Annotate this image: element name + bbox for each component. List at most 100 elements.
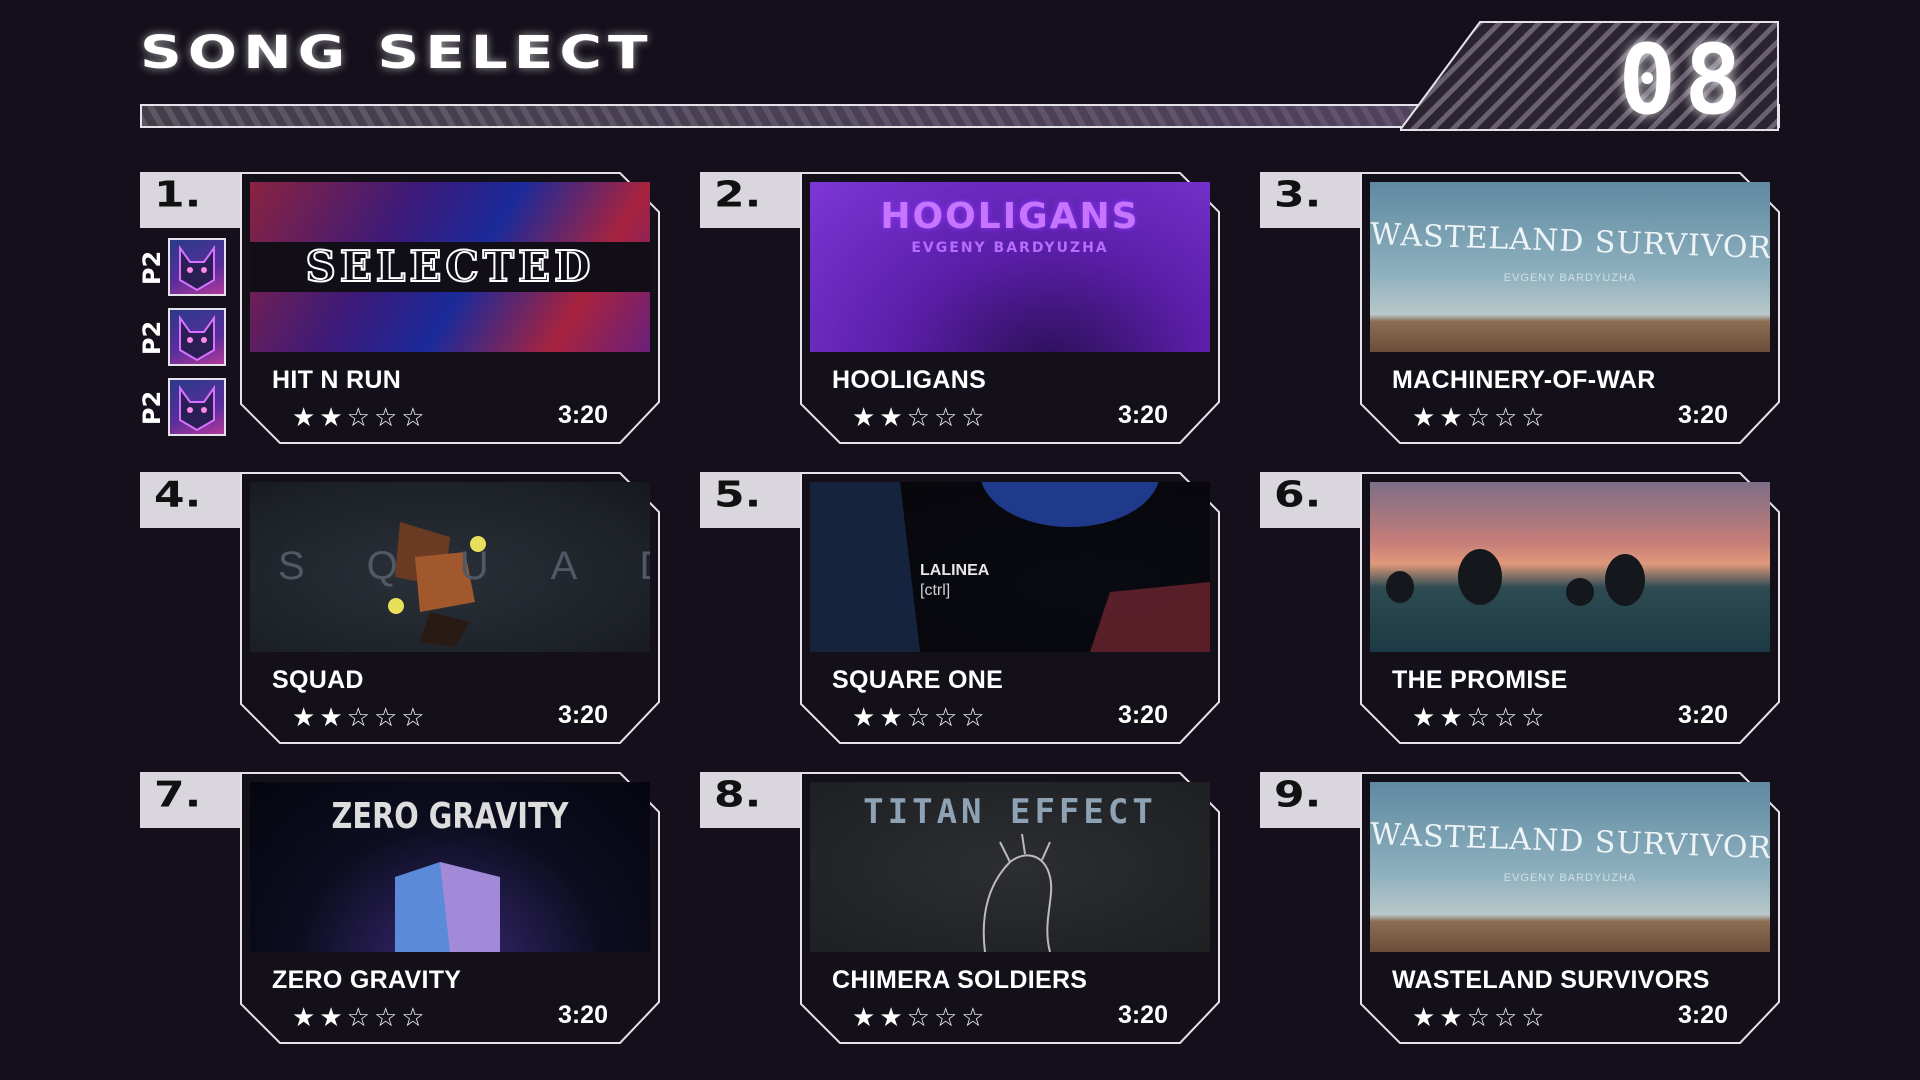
song-card[interactable]: 5. LALINEA [ctrl] SQUARE ONE ★ ★ ☆ ☆ ☆ 3:20 — [700, 472, 1220, 744]
album-art: WASTELAND SURVIVORS EVGENY BARDYUZHA — [1370, 182, 1770, 352]
album-art-title: WASTELAND SURVIVORS — [1370, 817, 1770, 867]
song-duration: 3:20 — [1677, 701, 1728, 729]
star-empty-icon: ☆ — [346, 402, 370, 432]
song-rating: ★ ★ ☆ ☆ ☆ — [292, 404, 425, 430]
song-rating: ★ ★ ☆ ☆ ☆ — [1412, 404, 1545, 430]
star-filled-icon: ★ — [1412, 1002, 1436, 1032]
song-card[interactable]: 1. SELECTED HIT N RUN ★ ★ ☆ ☆ ☆ 3:20 — [140, 172, 660, 444]
star-filled-icon: ★ — [319, 702, 343, 732]
star-empty-icon: ☆ — [1466, 702, 1490, 732]
star-filled-icon: ★ — [292, 402, 316, 432]
star-filled-icon: ★ — [852, 1002, 876, 1032]
star-filled-icon: ★ — [1439, 1002, 1463, 1032]
song-title: HOOLIGANS — [832, 366, 987, 394]
album-art-title: HOOLIGANS — [880, 196, 1140, 237]
star-filled-icon: ★ — [879, 402, 903, 432]
star-filled-icon: ★ — [292, 1002, 316, 1032]
song-card[interactable]: 9. WASTELAND SURVIVORS EVGENY BARDYUZHA … — [1260, 772, 1780, 1044]
star-empty-icon: ☆ — [933, 402, 958, 432]
song-number: 2. — [714, 174, 762, 216]
page-title: SONG SELECT — [140, 26, 654, 80]
song-rating: ★ ★ ☆ ☆ ☆ — [852, 1004, 985, 1030]
star-empty-icon: ☆ — [1493, 402, 1518, 432]
song-number: 1. — [154, 174, 202, 216]
star-filled-icon: ★ — [1439, 702, 1463, 732]
selected-overlay: SELECTED — [304, 241, 595, 292]
album-art: SELECTED — [250, 182, 650, 352]
star-empty-icon: ☆ — [1493, 1002, 1518, 1032]
star-filled-icon: ★ — [319, 1002, 343, 1032]
album-art — [1370, 482, 1770, 652]
song-card-frame: SQUAD SQUAD ★★☆☆☆ 3:20 — [240, 472, 660, 744]
star-empty-icon: ☆ — [933, 1002, 958, 1032]
song-title: CHIMERA SOLDIERS — [832, 966, 1088, 994]
song-card-frame: ZERO GRAVITY ZERO GRAVITY ★ ★ ☆ ☆ ☆ 3:20 — [240, 772, 660, 1044]
star-empty-icon: ☆ — [1466, 1002, 1490, 1032]
album-art-title: LALINEA — [920, 562, 990, 579]
song-rating: ★ ★ ☆ ☆ ☆ — [292, 704, 425, 730]
star-empty-icon: ☆ — [346, 702, 370, 732]
star-empty-icon: ☆ — [401, 1002, 425, 1032]
song-card[interactable]: 3. WASTELAND SURVIVORS EVGENY BARDYUZHA … — [1260, 172, 1780, 444]
song-number-tab: 6. — [1260, 472, 1362, 528]
song-title: SQUAD — [272, 666, 364, 694]
star-empty-icon: ☆ — [1521, 702, 1545, 732]
song-title: ZERO GRAVITY — [272, 966, 462, 994]
song-number: 5. — [714, 474, 762, 516]
song-card-frame: TITAN EFFECT CHIMERA SOLDIERS ★ ★ ☆ ☆ ☆ 3:20 — [800, 772, 1220, 1044]
song-number: 3. — [1274, 174, 1322, 216]
album-art: TITAN EFFECT — [810, 782, 1210, 952]
song-number: 7. — [154, 774, 202, 816]
star-filled-icon: ★ — [1412, 702, 1436, 732]
space-art — [810, 482, 1210, 652]
song-card[interactable]: 7. ZERO GRAVITY ZERO GRAVITY ★ ★ ☆ ☆ ☆ 3:20 — [140, 772, 660, 1044]
swimmers-art — [1386, 549, 1645, 606]
album-art-title: SQUAD — [278, 544, 650, 588]
song-count: 08 — [1618, 24, 1750, 136]
star-filled-icon: ★ — [1439, 402, 1463, 432]
song-card-frame: HOOLIGANS EVGENY BARDYUZHA HOOLIGANS ★ ★ ☆… — [800, 172, 1220, 444]
song-number: 9. — [1274, 774, 1322, 816]
song-rating: ★ ★ ☆ ☆ ☆ — [1412, 1004, 1545, 1030]
song-card[interactable]: 8. TITAN EFFECT CHIMERA SOLDIERS ★ ★ ☆ ☆ ☆ 3… — [700, 772, 1220, 1044]
song-title: THE PROMISE — [1392, 666, 1568, 694]
star-empty-icon: ☆ — [401, 702, 425, 732]
song-number: 8. — [714, 774, 762, 816]
star-filled-icon: ★ — [879, 1002, 903, 1032]
song-duration: 3:20 — [1677, 401, 1728, 429]
star-empty-icon: ☆ — [961, 1002, 985, 1032]
song-card-frame: WASTELAND SURVIVORS EVGENY BARDYUZHA MAC… — [1360, 172, 1780, 444]
album-art-artist: EVGENY BARDYUZHA — [911, 240, 1109, 256]
song-card[interactable]: 6. THE PROMISE ★ ★ ☆ ☆ ☆ 3:20 — [1260, 472, 1780, 744]
star-empty-icon: ☆ — [346, 1002, 370, 1032]
album-art-artist: EVGENY BARDYUZHA — [1503, 872, 1637, 884]
song-rating: ★ ★ ☆ ☆ ☆ — [1412, 704, 1545, 730]
star-empty-icon: ☆ — [906, 702, 930, 732]
star-empty-icon: ☆ — [906, 1002, 930, 1032]
star-filled-icon: ★ — [852, 402, 876, 432]
song-duration: 3:20 — [1117, 1001, 1168, 1029]
album-art: WASTELAND SURVIVORS EVGENY BARDYUZHA — [1370, 782, 1770, 952]
album-art-title: WASTELAND SURVIVORS — [1370, 217, 1770, 267]
song-number-tab: 2. — [700, 172, 802, 228]
song-number-tab: 8. — [700, 772, 802, 828]
song-number-tab: 5. — [700, 472, 802, 528]
song-card-frame: SELECTED HIT N RUN ★ ★ ☆ ☆ ☆ 3:20 — [240, 172, 660, 444]
song-rating: ★ ★ ☆ ☆ ☆ — [292, 1004, 425, 1030]
album-art-subtitle: [ctrl] — [920, 582, 951, 599]
song-number: 6. — [1274, 474, 1322, 516]
song-card[interactable]: 2. HOOLIGANS EVGENY BARDYUZHA HOOLIGANS … — [700, 172, 1220, 444]
song-rating: ★ ★ ☆ ☆ ☆ — [852, 704, 985, 730]
star-empty-icon: ☆ — [933, 702, 958, 732]
star-filled-icon: ★ — [292, 702, 316, 732]
song-number-tab: 9. — [1260, 772, 1362, 828]
star-empty-icon: ☆ — [373, 702, 398, 732]
star-empty-icon: ☆ — [373, 1002, 398, 1032]
star-empty-icon: ☆ — [1521, 1002, 1545, 1032]
song-card[interactable]: 4. SQUAD SQUAD ★★☆☆☆ 3:20 — [140, 472, 660, 744]
album-art: HOOLIGANS EVGENY BARDYUZHA — [810, 182, 1210, 352]
song-duration: 3:20 — [1117, 701, 1168, 729]
star-filled-icon: ★ — [879, 702, 903, 732]
song-number-tab: 3. — [1260, 172, 1362, 228]
star-empty-icon: ☆ — [1493, 702, 1518, 732]
